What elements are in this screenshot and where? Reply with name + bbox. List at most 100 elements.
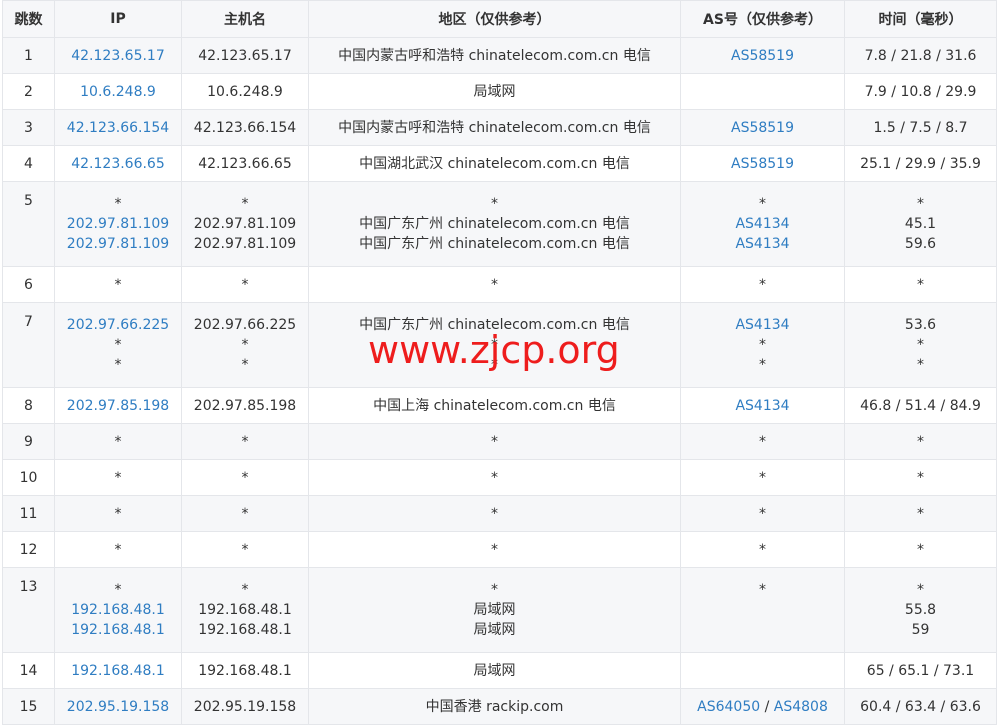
time-text: 59 (911, 622, 930, 638)
hop-cell: 5 (2, 181, 55, 267)
asn-link[interactable]: AS64050 (697, 699, 760, 715)
region-text: 中国广东广州 chinatelecom.com.cn 电信 (359, 216, 630, 232)
table-row: 8 202.97.85.198 202.97.85.198 中国上海 chinatel… (2, 387, 997, 424)
time-text: 7.8 / 21.8 / 31.6 (864, 47, 977, 64)
region-cell: * (308, 531, 681, 568)
asn-cell: * AS4134 AS4134 (680, 181, 845, 267)
asn-cell: * (680, 266, 845, 303)
asn-link[interactable]: AS58519 (731, 156, 794, 172)
hostname-text: 202.97.85.198 (193, 397, 297, 414)
ip-text: * (114, 357, 122, 373)
time-cell: 65 / 65.1 / 73.1 (844, 652, 997, 689)
asn-line: AS58519 (681, 154, 844, 174)
hostname-text: 42.123.65.17 (198, 47, 292, 64)
hostname-text: 192.168.48.1 (198, 602, 292, 618)
ip-link[interactable]: 202.97.81.109 (55, 234, 181, 254)
table-row: 9 * * * * * (2, 423, 997, 460)
ip-link[interactable]: 42.123.65.17 (55, 46, 181, 66)
header-time: 时间（毫秒） (844, 0, 997, 38)
ip-text: * (114, 337, 122, 353)
time-text: * (917, 196, 924, 212)
region-cell: * (308, 495, 681, 532)
time-cell: * (844, 531, 997, 568)
asn-cell: AS58519 (680, 109, 845, 146)
asn-text: * (759, 276, 766, 293)
hop-number: 15 (19, 698, 38, 715)
hop-number: 4 (24, 155, 33, 172)
region-text: 局域网 (473, 83, 516, 100)
ip-cell: 10.6.248.9 (54, 73, 182, 110)
asn-cell (680, 652, 845, 689)
time-cell: 25.1 / 29.9 / 35.9 (844, 145, 997, 182)
time-text: * (917, 469, 924, 486)
ip-link[interactable]: 42.123.66.154 (55, 118, 181, 138)
hostname-text: * (241, 433, 249, 450)
ip-link[interactable]: 202.97.85.198 (55, 396, 181, 416)
time-cell: 7.9 / 10.8 / 29.9 (844, 73, 997, 110)
ip-link[interactable]: 202.97.81.109 (55, 214, 181, 234)
asn-text: * (759, 357, 766, 373)
asn-link[interactable]: AS58519 (731, 48, 794, 64)
header-asn: AS号（仅供参考） (680, 0, 845, 38)
ip-link[interactable]: 192.168.48.1 (55, 661, 181, 681)
region-cell: * (308, 266, 681, 303)
hop-cell: 6 (2, 266, 55, 303)
region-text: * (491, 196, 498, 212)
asn-link[interactable]: AS4134 (735, 317, 789, 333)
ip-link[interactable]: 202.97.66.225 (55, 315, 181, 335)
asn-text: * (759, 196, 766, 212)
hop-cell: 12 (2, 531, 55, 568)
asn-link[interactable]: AS4134 (735, 236, 789, 252)
time-text: 25.1 / 29.9 / 35.9 (860, 155, 981, 172)
hostname-text: 192.168.48.1 (198, 622, 292, 638)
table-row: 12 * * * * * (2, 531, 997, 568)
time-cell: * (844, 495, 997, 532)
time-cell: 46.8 / 51.4 / 84.9 (844, 387, 997, 424)
hop-cell: 14 (2, 652, 55, 689)
hop-cell: 8 (2, 387, 55, 424)
hostname-cell: 192.168.48.1 (181, 652, 309, 689)
time-cell: * (844, 266, 997, 303)
watermark: www.zjcp.org (368, 328, 620, 372)
table-row: 4 42.123.66.65 42.123.66.65 中国湖北武汉 chinatel… (2, 145, 997, 182)
asn-link[interactable]: AS4808 (774, 699, 828, 715)
hop-number: 1 (24, 47, 33, 64)
asn-line: * (681, 335, 844, 355)
ip-cell: 42.123.66.65 (54, 145, 182, 182)
asn-cell: * (680, 567, 845, 653)
hop-number: 3 (24, 119, 33, 136)
region-text: * (491, 276, 498, 293)
ip-link[interactable]: 202.95.19.158 (55, 697, 181, 717)
region-cell: 中国湖北武汉 chinatelecom.com.cn 电信 (308, 145, 681, 182)
asn-line (681, 661, 844, 681)
hop-cell: 11 (2, 495, 55, 532)
asn-line: AS64050 / AS4808 (681, 697, 844, 717)
asn-link[interactable]: AS4134 (735, 398, 789, 414)
hop-number: 5 (24, 193, 33, 209)
hostname-cell: 202.95.19.158 (181, 688, 309, 725)
time-cell: 1.5 / 7.5 / 8.7 (844, 109, 997, 146)
time-cell: * 45.1 59.6 (844, 181, 997, 267)
asn-line: * (681, 194, 844, 214)
asn-link[interactable]: AS58519 (731, 120, 794, 136)
asn-line: * (681, 432, 844, 452)
hostname-text: 192.168.48.1 (198, 662, 292, 679)
ip-link[interactable]: 192.168.48.1 (55, 600, 181, 620)
asn-line: * (681, 580, 844, 600)
hostname-cell: * 202.97.81.109 202.97.81.109 (181, 181, 309, 267)
ip-link[interactable]: 192.168.48.1 (55, 620, 181, 640)
asn-cell: AS58519 (680, 37, 845, 74)
ip-cell: 42.123.65.17 (54, 37, 182, 74)
asn-cell (680, 73, 845, 110)
asn-link[interactable]: AS4134 (735, 216, 789, 232)
table-row: 2 10.6.248.9 10.6.248.9 局域网 7.9 / 10.8 / 29… (2, 73, 997, 110)
ip-link[interactable]: 10.6.248.9 (55, 82, 181, 102)
asn-cell: AS4134 (680, 387, 845, 424)
time-text: * (917, 357, 924, 373)
region-text: 中国内蒙古呼和浩特 chinatelecom.com.cn 电信 (338, 47, 651, 64)
time-text: 53.6 (904, 317, 937, 333)
hop-cell: 2 (2, 73, 55, 110)
region-text: 中国广东广州 chinatelecom.com.cn 电信 (359, 236, 630, 252)
asn-cell: * (680, 459, 845, 496)
ip-link[interactable]: 42.123.66.65 (55, 154, 181, 174)
